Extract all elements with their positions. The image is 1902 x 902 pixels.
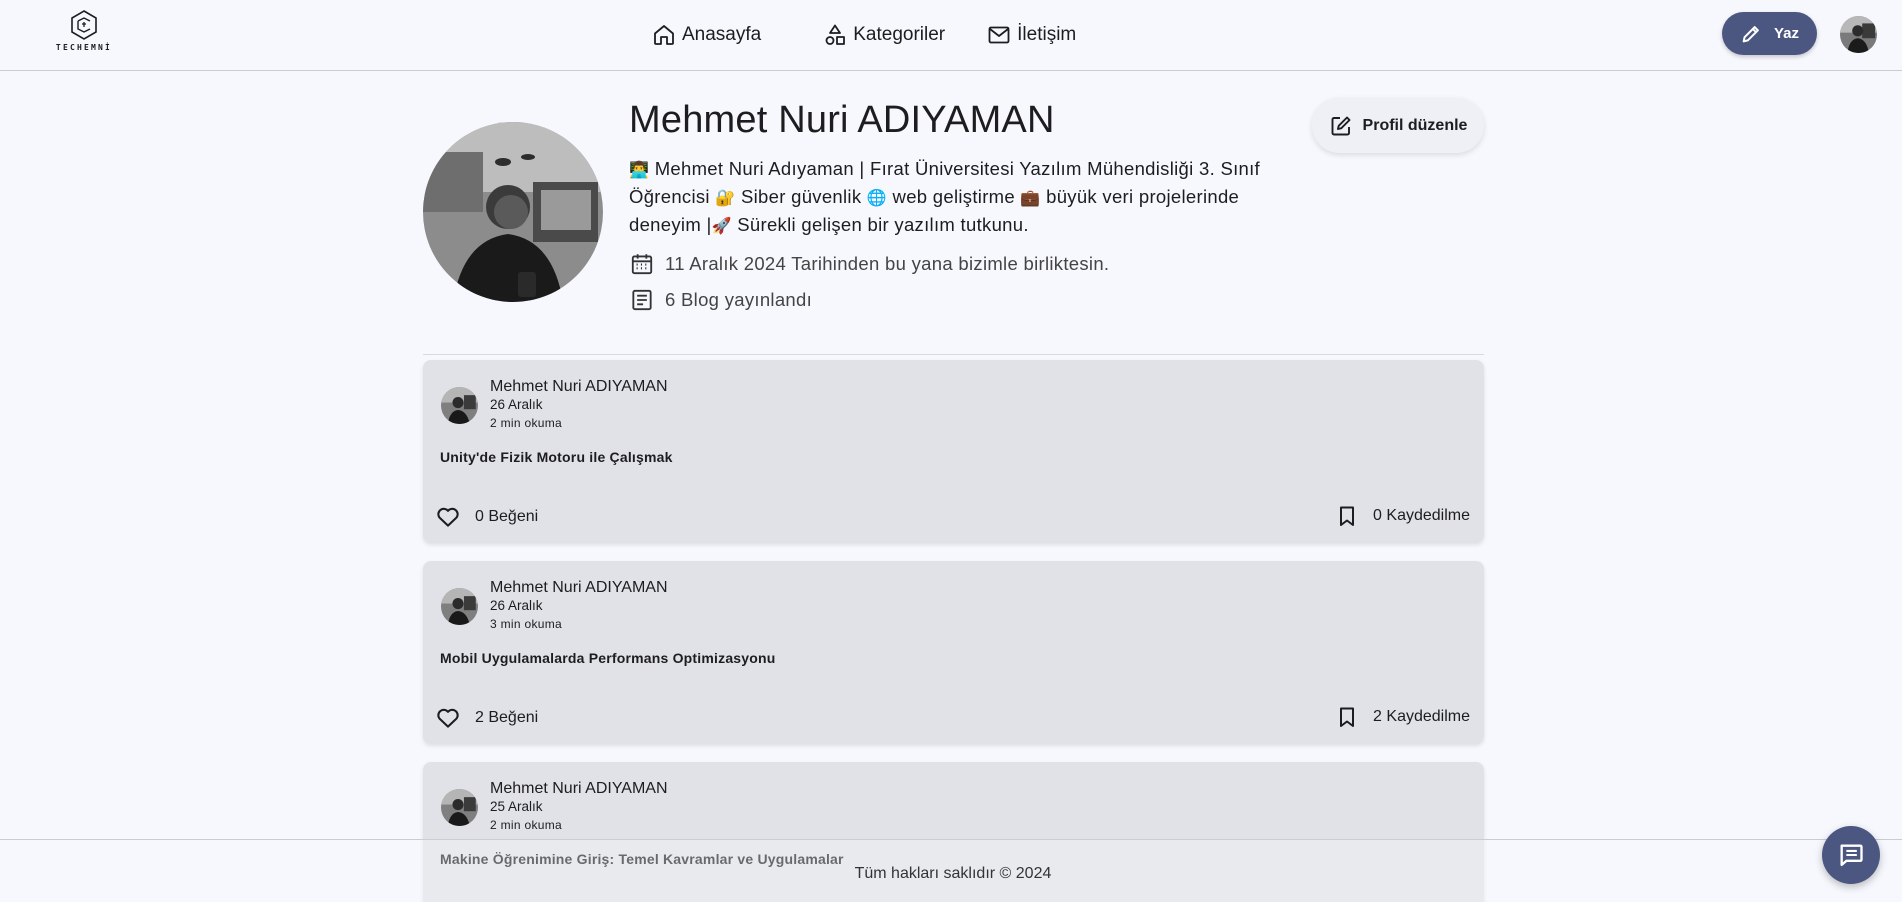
save-count: 2 Kaydedilme [1373,708,1470,725]
section-divider [423,354,1484,355]
bio-emoji-lock: 🔐 [715,188,736,207]
chat-button[interactable] [1822,826,1880,884]
nav-link-home[interactable]: Anasayfa [652,21,761,49]
profile-name: Mehmet Nuri ADIYAMAN [629,99,1055,141]
post-date: 26 Aralık [490,397,543,412]
logo-icon [71,10,97,40]
bio-text: Sürekli gelişen bir yazılım tutkunu. [737,214,1029,235]
joined-text: 11 Aralık 2024 Tarihinden bu yana biziml… [665,253,1110,274]
bio-text: Siber güvenlik [740,186,862,207]
post-author[interactable]: Mehmet Nuri ADIYAMAN [490,579,668,597]
post-title[interactable]: Unity'de Fizik Motoru ile Çalışmak [440,449,673,465]
author-photo [441,387,478,424]
avatar-image [1840,16,1877,53]
like-count: 2 Beğeni [475,709,539,726]
edit-profile-button[interactable]: Profil düzenle [1312,98,1484,153]
main-nav: Anasayfa Kategoriler İletişim [652,21,1076,49]
post-date: 25 Aralık [490,799,543,814]
bookmark-icon [1340,506,1355,526]
nav-link-categories[interactable]: Kategoriler [823,21,945,49]
bookmark-icon [1340,707,1355,727]
write-button[interactable]: Yaz [1722,12,1817,55]
shapes-icon [825,24,846,45]
nav-label-home: Anasayfa [682,24,762,45]
document-icon [632,289,652,311]
mail-icon [988,26,1010,44]
like-button[interactable]: 0 Beğeni [435,504,538,530]
like-count: 0 Beğeni [475,508,539,525]
author-avatar[interactable] [441,387,478,424]
save-button[interactable]: 2 Kaydedilme [1335,705,1470,729]
nav-label-contact: İletişim [1017,24,1077,45]
author-photo [441,588,478,625]
calendar-icon [631,254,653,275]
edit-icon [1331,116,1350,135]
post-title[interactable]: Mobil Uygulamalarda Performans Optimizas… [440,650,776,666]
bio-emoji-briefcase: 💼 [1020,188,1041,207]
save-button[interactable]: 0 Kaydedilme [1335,504,1470,528]
post-read-time: 2 min okuma [490,416,562,430]
blog-count: 6 Blog yayınlandı [629,287,812,313]
pencil-icon [1742,25,1759,42]
brand-logo[interactable]: TECHEMNİ [52,9,116,59]
bio-text: web geliştirme [892,186,1015,207]
blog-card[interactable]: Mehmet Nuri ADIYAMAN 26 Aralık 3 min oku… [423,561,1484,744]
save-count: 0 Kaydedilme [1373,507,1470,524]
navbar: TECHEMNİ Anasayfa Kategoriler İletişim Y… [0,0,1902,71]
post-author[interactable]: Mehmet Nuri ADIYAMAN [490,780,668,798]
author-avatar[interactable] [441,588,478,625]
heart-icon [437,507,459,527]
post-read-time: 3 min okuma [490,617,562,631]
post-read-time: 2 min okuma [490,818,562,832]
bio-emoji-globe: 🌐 [866,188,888,207]
joined-date: 11 Aralık 2024 Tarihinden bu yana biziml… [629,251,1109,277]
chat-icon [1840,844,1863,867]
like-button[interactable]: 2 Beğeni [435,705,538,731]
bio-emoji-rocket: 🚀 [711,216,732,235]
post-author[interactable]: Mehmet Nuri ADIYAMAN [490,378,668,396]
edit-profile-label: Profil düzenle [1362,116,1468,134]
author-avatar[interactable] [441,789,478,826]
profile-avatar [423,122,603,302]
logo-text: TECHEMNİ [55,43,113,52]
author-photo [441,789,478,826]
nav-link-contact[interactable]: İletişim [987,21,1076,49]
heart-icon [437,708,459,728]
profile-photo [423,122,603,302]
blog-card[interactable]: Mehmet Nuri ADIYAMAN 26 Aralık 2 min oku… [423,360,1484,543]
profile-bio: 👨‍💻 Mehmet Nuri Adıyaman | Fırat Ünivers… [629,155,1279,239]
write-button-label: Yaz [1773,25,1800,42]
post-date: 26 Aralık [490,598,543,613]
footer-copyright: Tüm hakları saklıdır © 2024 [854,865,1052,882]
user-avatar[interactable] [1840,16,1877,53]
blog-count-text: 6 Blog yayınlandı [665,289,813,310]
bio-emoji-technologist: 👨‍💻 [629,160,650,179]
home-icon [654,25,674,45]
nav-label-categories: Kategoriler [853,24,946,45]
